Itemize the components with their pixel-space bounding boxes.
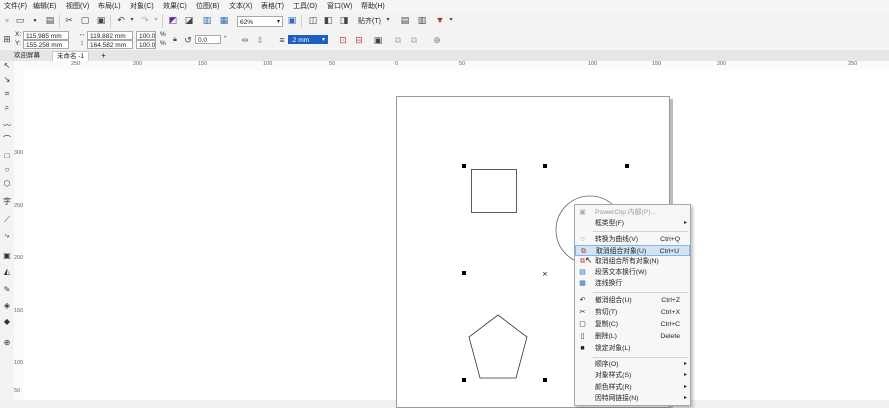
shortcut-label: Ctrl+X	[660, 309, 680, 316]
menu-item-powerclip-inside[interactable]: ▣ PowerClip 内部(P)...	[575, 207, 690, 218]
selection-handle[interactable]	[462, 164, 466, 168]
menu-item-internet-link[interactable]: 因特网链接(N) ▸	[575, 393, 690, 404]
menu-item-label: PowerClip 内部(P)...	[595, 209, 657, 216]
menu-item-label: 连线换行	[595, 280, 623, 287]
menu-item-label: 锁定对象(L)	[595, 345, 631, 352]
convert-curve-icon: ◌	[580, 236, 585, 243]
menu-item-label: 因特网链接(N)	[595, 395, 639, 402]
pentagon-object[interactable]	[468, 314, 528, 379]
selection-handle[interactable]	[543, 164, 547, 168]
menu-item-copy[interactable]: ▢ 复制(C) Ctrl+C	[575, 319, 690, 330]
menu-separator	[593, 292, 688, 293]
menu-item-label: 撤消组合(U)	[595, 297, 632, 304]
menu-item-order[interactable]: 顺序(O) ▸	[575, 359, 690, 370]
menu-item-lock-object[interactable]: ■ 锁定对象(L)	[575, 343, 690, 354]
copy-icon: ▢	[579, 321, 586, 328]
chevron-right-icon: ▸	[683, 220, 687, 226]
trash-icon: ▯	[580, 333, 585, 340]
menu-item-label: 取消组合对象(U)	[596, 248, 647, 255]
menu-item-label: 转换为曲线(V)	[595, 236, 639, 243]
chevron-right-icon: ▸	[683, 372, 687, 378]
shortcut-label: Ctrl+Z	[661, 297, 680, 304]
menu-item-delete[interactable]: ▯ 删除(L) Delete	[575, 331, 690, 342]
shortcut-label: Ctrl+Q	[660, 236, 680, 243]
menu-item-label: 复制(C)	[595, 321, 619, 328]
menu-item-convert-to-curves[interactable]: ◌ 转换为曲线(V) Ctrl+Q	[575, 234, 690, 245]
menu-item-color-styles[interactable]: 颜色样式(R) ▸	[575, 382, 690, 393]
context-menu: ▣ PowerClip 内部(P)... 框类型(F) ▸ ◌ 转换为曲线(V)…	[574, 204, 691, 406]
menu-item-label: 剪切(T)	[595, 309, 618, 316]
mouse-cursor-icon: ↖	[585, 255, 593, 265]
drawing-objects: ×	[468, 169, 625, 379]
chevron-right-icon: ▸	[683, 361, 687, 367]
lock-icon: ■	[580, 345, 585, 352]
menu-item-frame-type[interactable]: 框类型(F) ▸	[575, 218, 690, 229]
chevron-right-icon: ▸	[683, 384, 687, 390]
shortcut-label: Ctrl+U	[659, 248, 679, 255]
chevron-right-icon: ▸	[683, 395, 687, 401]
menu-item-paragraph-wrap[interactable]: ▤ 段落文本换行(W)	[575, 267, 690, 278]
menu-item-undo-group[interactable]: ↶ 撤消组合(U) Ctrl+Z	[575, 295, 690, 306]
link-wrap-icon: ▦	[579, 280, 586, 287]
menu-item-label: 删除(L)	[595, 333, 617, 340]
menu-item-label: 取消组合所有对象(N)	[595, 258, 659, 265]
shortcut-label: Ctrl+C	[660, 321, 680, 328]
menu-item-label: 顺序(O)	[595, 361, 619, 368]
cut-icon: ✂	[579, 309, 586, 316]
menu-item-label: 对象样式(S)	[595, 372, 632, 379]
menu-item-label: 框类型(F)	[595, 220, 625, 227]
menu-separator	[593, 231, 688, 232]
menu-item-label: 颜色样式(R)	[595, 384, 632, 391]
menu-item-object-styles[interactable]: 对象样式(S) ▸	[575, 370, 690, 381]
menu-item-label: 段落文本换行(W)	[595, 269, 647, 276]
selection-center-icon: ×	[542, 270, 548, 278]
menu-separator	[593, 357, 688, 358]
text-wrap-icon: ▤	[579, 269, 586, 276]
rectangle-object[interactable]	[471, 169, 517, 213]
selection-handle[interactable]	[543, 378, 547, 382]
powerclip-icon: ▣	[579, 209, 586, 216]
menu-item-cut[interactable]: ✂ 剪切(T) Ctrl+X	[575, 307, 690, 318]
shortcut-label: Delete	[660, 333, 680, 340]
selection-handle[interactable]	[462, 378, 466, 382]
menu-item-link-wrap[interactable]: ▦ 连线换行	[575, 278, 690, 289]
selection-handle[interactable]	[625, 164, 629, 168]
selection-handle[interactable]	[462, 271, 466, 275]
undo-icon: ↶	[579, 297, 586, 304]
